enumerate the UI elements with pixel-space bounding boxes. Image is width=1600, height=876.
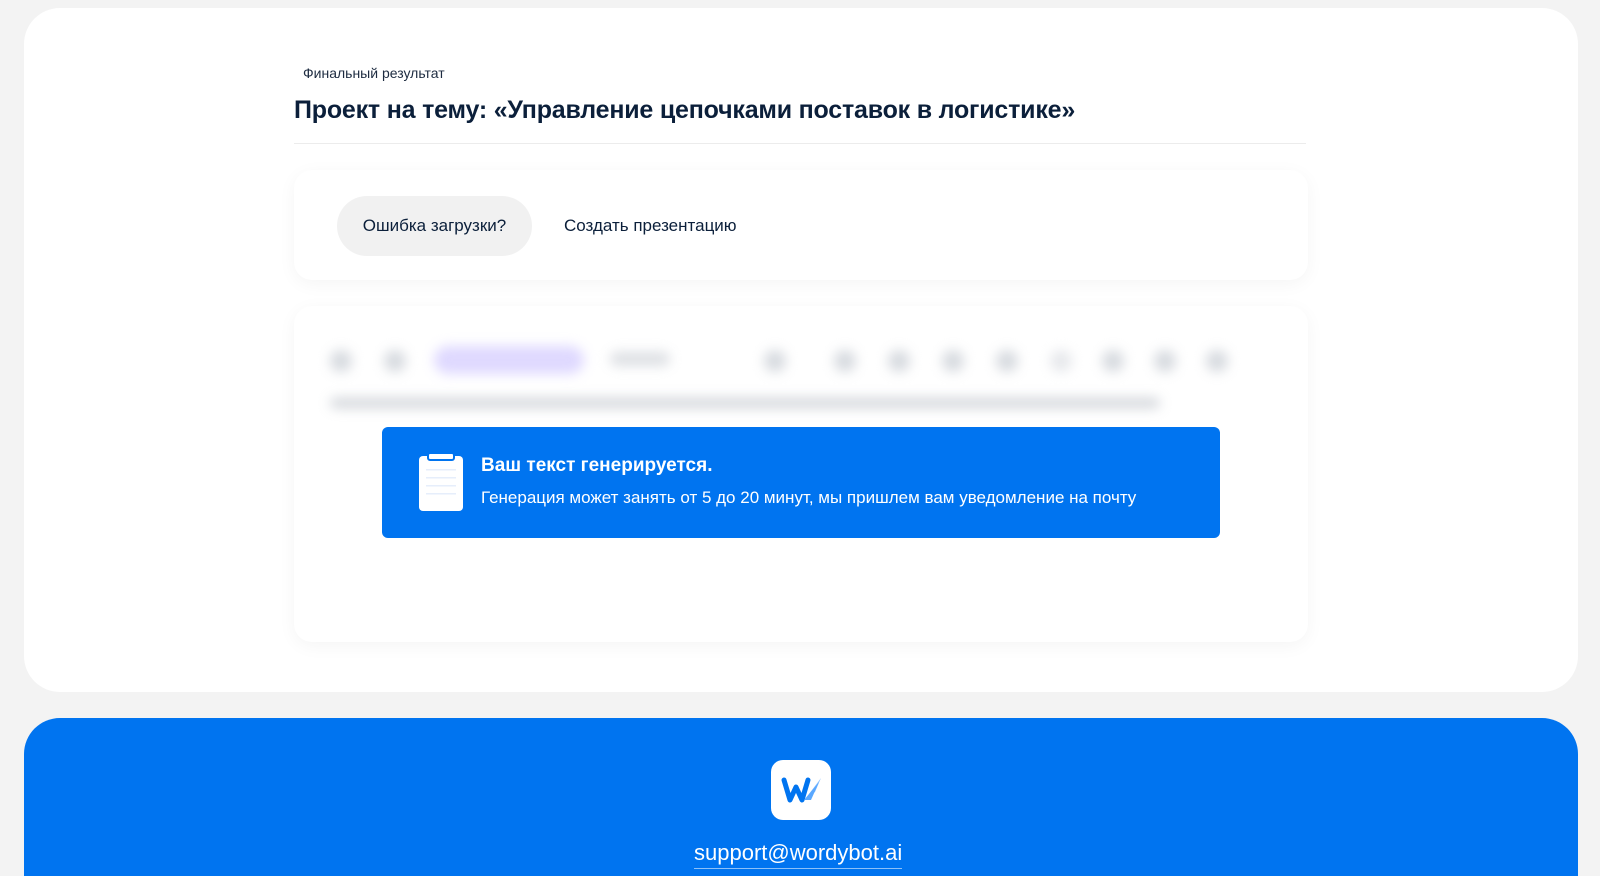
toolbar-more-icon	[1206, 350, 1228, 372]
toolbar-underline-bar	[330, 398, 1160, 408]
toolbar-align-icon	[1154, 350, 1176, 372]
toolbar-bold-icon	[834, 350, 856, 372]
toolbar-style-select	[434, 346, 584, 374]
wordybot-logo-icon[interactable]	[771, 760, 831, 820]
create-presentation-button[interactable]: Создать презентацию	[564, 196, 737, 256]
toolbar-font-size	[610, 352, 670, 366]
wordybot-logo-glyph	[781, 777, 821, 803]
footer: support@wordybot.ai	[24, 718, 1578, 876]
toolbar-redo-icon	[384, 350, 406, 372]
title-divider	[294, 143, 1306, 144]
toolbar-underline-icon	[942, 350, 964, 372]
toolbar-list-icon	[1102, 350, 1124, 372]
clipboard-icon	[419, 453, 463, 511]
toolbar-divider-icon	[1050, 350, 1072, 372]
toolbar-italic-icon	[888, 350, 910, 372]
toolbar-strike-icon	[996, 350, 1018, 372]
page-title: Проект на тему: «Управление цепочками по…	[294, 96, 1076, 124]
toolbar-undo-icon	[330, 350, 352, 372]
actions-panel: Ошибка загрузки? Создать презентацию	[294, 170, 1308, 280]
support-email-link[interactable]: support@wordybot.ai	[694, 840, 903, 869]
upload-error-button[interactable]: Ошибка загрузки?	[337, 196, 532, 256]
blurred-editor-toolbar	[294, 306, 1308, 426]
toolbar-color-icon	[764, 350, 786, 372]
notice-title: Ваш текст генерируется.	[481, 455, 713, 476]
page-eyebrow: Финальный результат	[303, 65, 445, 81]
notice-text: Генерация может занять от 5 до 20 минут,…	[481, 488, 1137, 507]
generation-notice: Ваш текст генерируется. Генерация может …	[382, 427, 1220, 538]
